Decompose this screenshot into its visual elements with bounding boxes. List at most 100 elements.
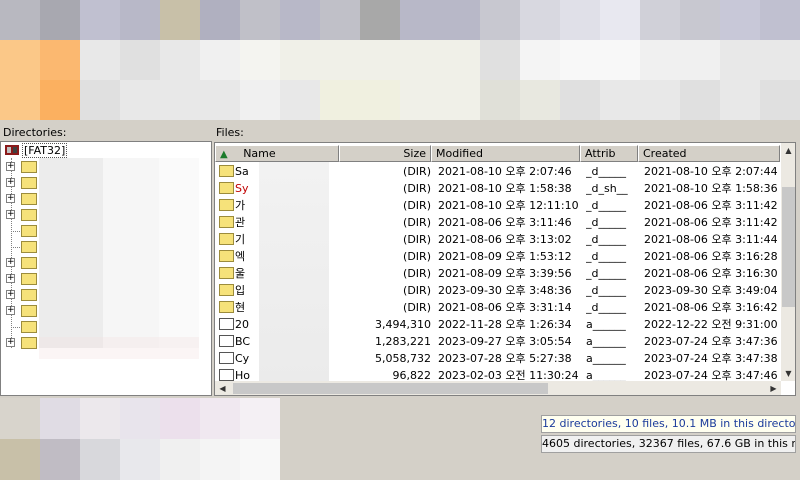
horizontal-scrollbar[interactable]: ◀ ▶: [215, 381, 781, 395]
file-size: (DIR): [403, 267, 431, 280]
file-modified: 2021-08-06 오후 3:31:14: [438, 301, 572, 314]
folder-icon: [21, 337, 37, 349]
file-created: 2023-09-30 오후 3:49:04: [644, 284, 778, 297]
blurred-preview: [0, 398, 285, 480]
drive-icon: [5, 145, 19, 155]
horizontal-scroll-thumb[interactable]: [233, 383, 548, 394]
folder-icon: [219, 199, 234, 211]
expand-icon[interactable]: +: [6, 258, 15, 267]
file-attrib: _d_____: [586, 301, 626, 314]
folder-icon: [21, 209, 37, 221]
file-attrib: _d_sh__: [586, 182, 628, 195]
file-attrib: _d_____: [586, 284, 626, 297]
file-attrib: _d_____: [586, 250, 626, 263]
folder-icon: [21, 289, 37, 301]
expand-icon[interactable]: +: [6, 274, 15, 283]
column-header-name[interactable]: ▲ Name: [215, 145, 339, 162]
folder-icon: [219, 267, 234, 279]
folder-icon: [219, 233, 234, 245]
file-created: 2021-08-06 오후 3:16:42: [644, 301, 778, 314]
file-created: 2021-08-06 오후 3:16:30: [644, 267, 778, 280]
file-list-header: ▲ Name Size Modified Attrib Created: [215, 145, 780, 162]
files-label: Files:: [216, 126, 244, 139]
scroll-right-icon[interactable]: ▶: [766, 381, 781, 395]
blurred-folder-names: [39, 158, 199, 348]
file-attrib: a______: [586, 335, 626, 348]
file-modified: 2021-08-09 오후 3:39:56: [438, 267, 572, 280]
file-created: 2021-08-10 오후 2:07:44: [644, 165, 778, 178]
directory-summary-status: 12 directories, 10 files, 10.1 MB in thi…: [541, 415, 796, 433]
file-created: 2021-08-06 오후 3:11:42: [644, 216, 778, 229]
expand-icon[interactable]: +: [6, 162, 15, 171]
file-list[interactable]: ▲ Name Size Modified Attrib Created Sa (D…: [214, 142, 796, 396]
file-created: 2022-12-22 오전 9:31:00: [644, 318, 778, 331]
folder-icon: [21, 321, 37, 333]
column-header-modified[interactable]: Modified: [431, 145, 580, 162]
file-size: 5,058,732: [375, 352, 431, 365]
folder-icon: [219, 182, 234, 194]
folder-icon: [21, 257, 37, 269]
vertical-scrollbar[interactable]: ▲ ▼: [781, 143, 795, 381]
blurred-file-names: [259, 162, 329, 381]
folder-icon: [219, 284, 234, 296]
column-header-size[interactable]: Size: [339, 145, 431, 162]
expand-icon[interactable]: +: [6, 306, 15, 315]
file-size: (DIR): [403, 199, 431, 212]
file-modified: 2021-08-10 오후 12:11:10: [438, 199, 579, 212]
file-attrib: _d_____: [586, 165, 626, 178]
file-modified: 2023-07-28 오후 5:27:38: [438, 352, 572, 365]
drive-label: [FAT32]: [22, 143, 68, 158]
folder-icon: [21, 305, 37, 317]
expand-icon[interactable]: +: [6, 290, 15, 299]
file-icon: [219, 318, 234, 330]
expand-icon[interactable]: +: [6, 178, 15, 187]
file-modified: 2021-08-09 오후 1:53:12: [438, 250, 572, 263]
blurred-toolbar-middle: [0, 40, 800, 80]
folder-icon: [219, 165, 234, 177]
file-size: (DIR): [403, 216, 431, 229]
expand-icon[interactable]: +: [6, 338, 15, 347]
file-modified: 2021-08-10 오후 2:07:46: [438, 165, 572, 178]
folder-icon: [21, 241, 37, 253]
file-attrib: a______: [586, 352, 626, 365]
recovery-summary-status: 4605 directories, 32367 files, 67.6 GB i…: [541, 435, 796, 453]
column-header-attrib[interactable]: Attrib: [580, 145, 638, 162]
folder-icon: [219, 301, 234, 313]
tree-root-drive[interactable]: [FAT32]: [1, 142, 211, 158]
file-attrib: a______: [586, 318, 626, 331]
scroll-down-icon[interactable]: ▼: [781, 366, 795, 381]
folder-icon: [21, 193, 37, 205]
expand-icon[interactable]: +: [6, 194, 15, 203]
file-size: (DIR): [403, 301, 431, 314]
file-created: 2021-08-10 오후 1:58:36: [644, 182, 778, 195]
file-created: 2023-07-24 오후 3:47:36: [644, 335, 778, 348]
folder-icon: [219, 216, 234, 228]
file-size: (DIR): [403, 233, 431, 246]
vertical-scroll-thumb[interactable]: [782, 187, 795, 307]
directory-tree[interactable]: [FAT32] + + + + + + + + +: [0, 141, 212, 396]
file-modified: 2023-09-30 오후 3:48:36: [438, 284, 572, 297]
folder-icon: [21, 225, 37, 237]
file-attrib: _d_____: [586, 267, 626, 280]
folder-icon: [219, 250, 234, 262]
file-modified: 2022-11-28 오후 1:26:34: [438, 318, 572, 331]
tree-connector: [11, 327, 20, 328]
file-size: (DIR): [403, 182, 431, 195]
file-size: (DIR): [403, 165, 431, 178]
tree-connector: [11, 247, 20, 248]
file-attrib: _d_____: [586, 216, 626, 229]
file-modified: 2021-08-06 오후 3:13:02: [438, 233, 572, 246]
scroll-up-icon[interactable]: ▲: [781, 143, 795, 158]
file-icon: [219, 335, 234, 347]
file-attrib: _d_____: [586, 199, 626, 212]
expand-icon[interactable]: +: [6, 210, 15, 219]
column-header-created[interactable]: Created: [638, 145, 780, 162]
file-size: 3,494,310: [375, 318, 431, 331]
sort-up-icon: ▲: [220, 149, 228, 160]
file-created: 2021-08-06 오후 3:11:42: [644, 199, 778, 212]
file-modified: 2021-08-06 오후 3:11:46: [438, 216, 572, 229]
blurred-highlight: [39, 337, 199, 359]
file-size: (DIR): [403, 284, 431, 297]
file-icon: [219, 369, 234, 381]
scroll-left-icon[interactable]: ◀: [215, 381, 230, 395]
